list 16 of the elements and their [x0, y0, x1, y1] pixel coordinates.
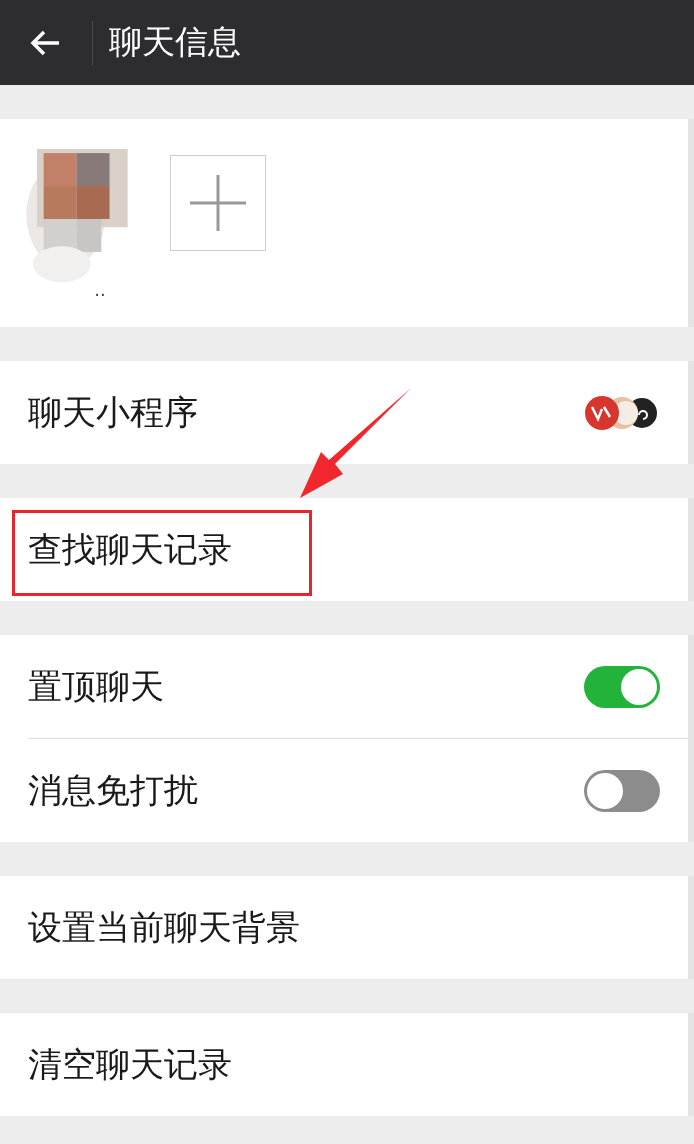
add-member-button[interactable] [170, 155, 266, 251]
row-label: 置顶聊天 [28, 664, 165, 708]
mini-program-icons[interactable] [584, 394, 660, 431]
row-label: 查找聊天记录 [28, 527, 233, 571]
row-label: 设置当前聊天背景 [28, 905, 301, 949]
back-icon[interactable] [30, 29, 60, 56]
row-label: 聊天小程序 [28, 390, 199, 434]
row-label: 消息免打扰 [28, 768, 199, 812]
settings-row[interactable]: 消息免打扰 [0, 739, 688, 842]
member-name: .. [94, 281, 106, 299]
window-title: 聊天信息 [109, 21, 241, 63]
plus-icon [188, 173, 248, 233]
settings-row[interactable]: 置顶聊天 [0, 635, 688, 738]
toggle-switch[interactable] [584, 769, 660, 812]
row-label: 清空聊天记录 [28, 1042, 233, 1086]
toggle-switch[interactable] [584, 665, 660, 708]
